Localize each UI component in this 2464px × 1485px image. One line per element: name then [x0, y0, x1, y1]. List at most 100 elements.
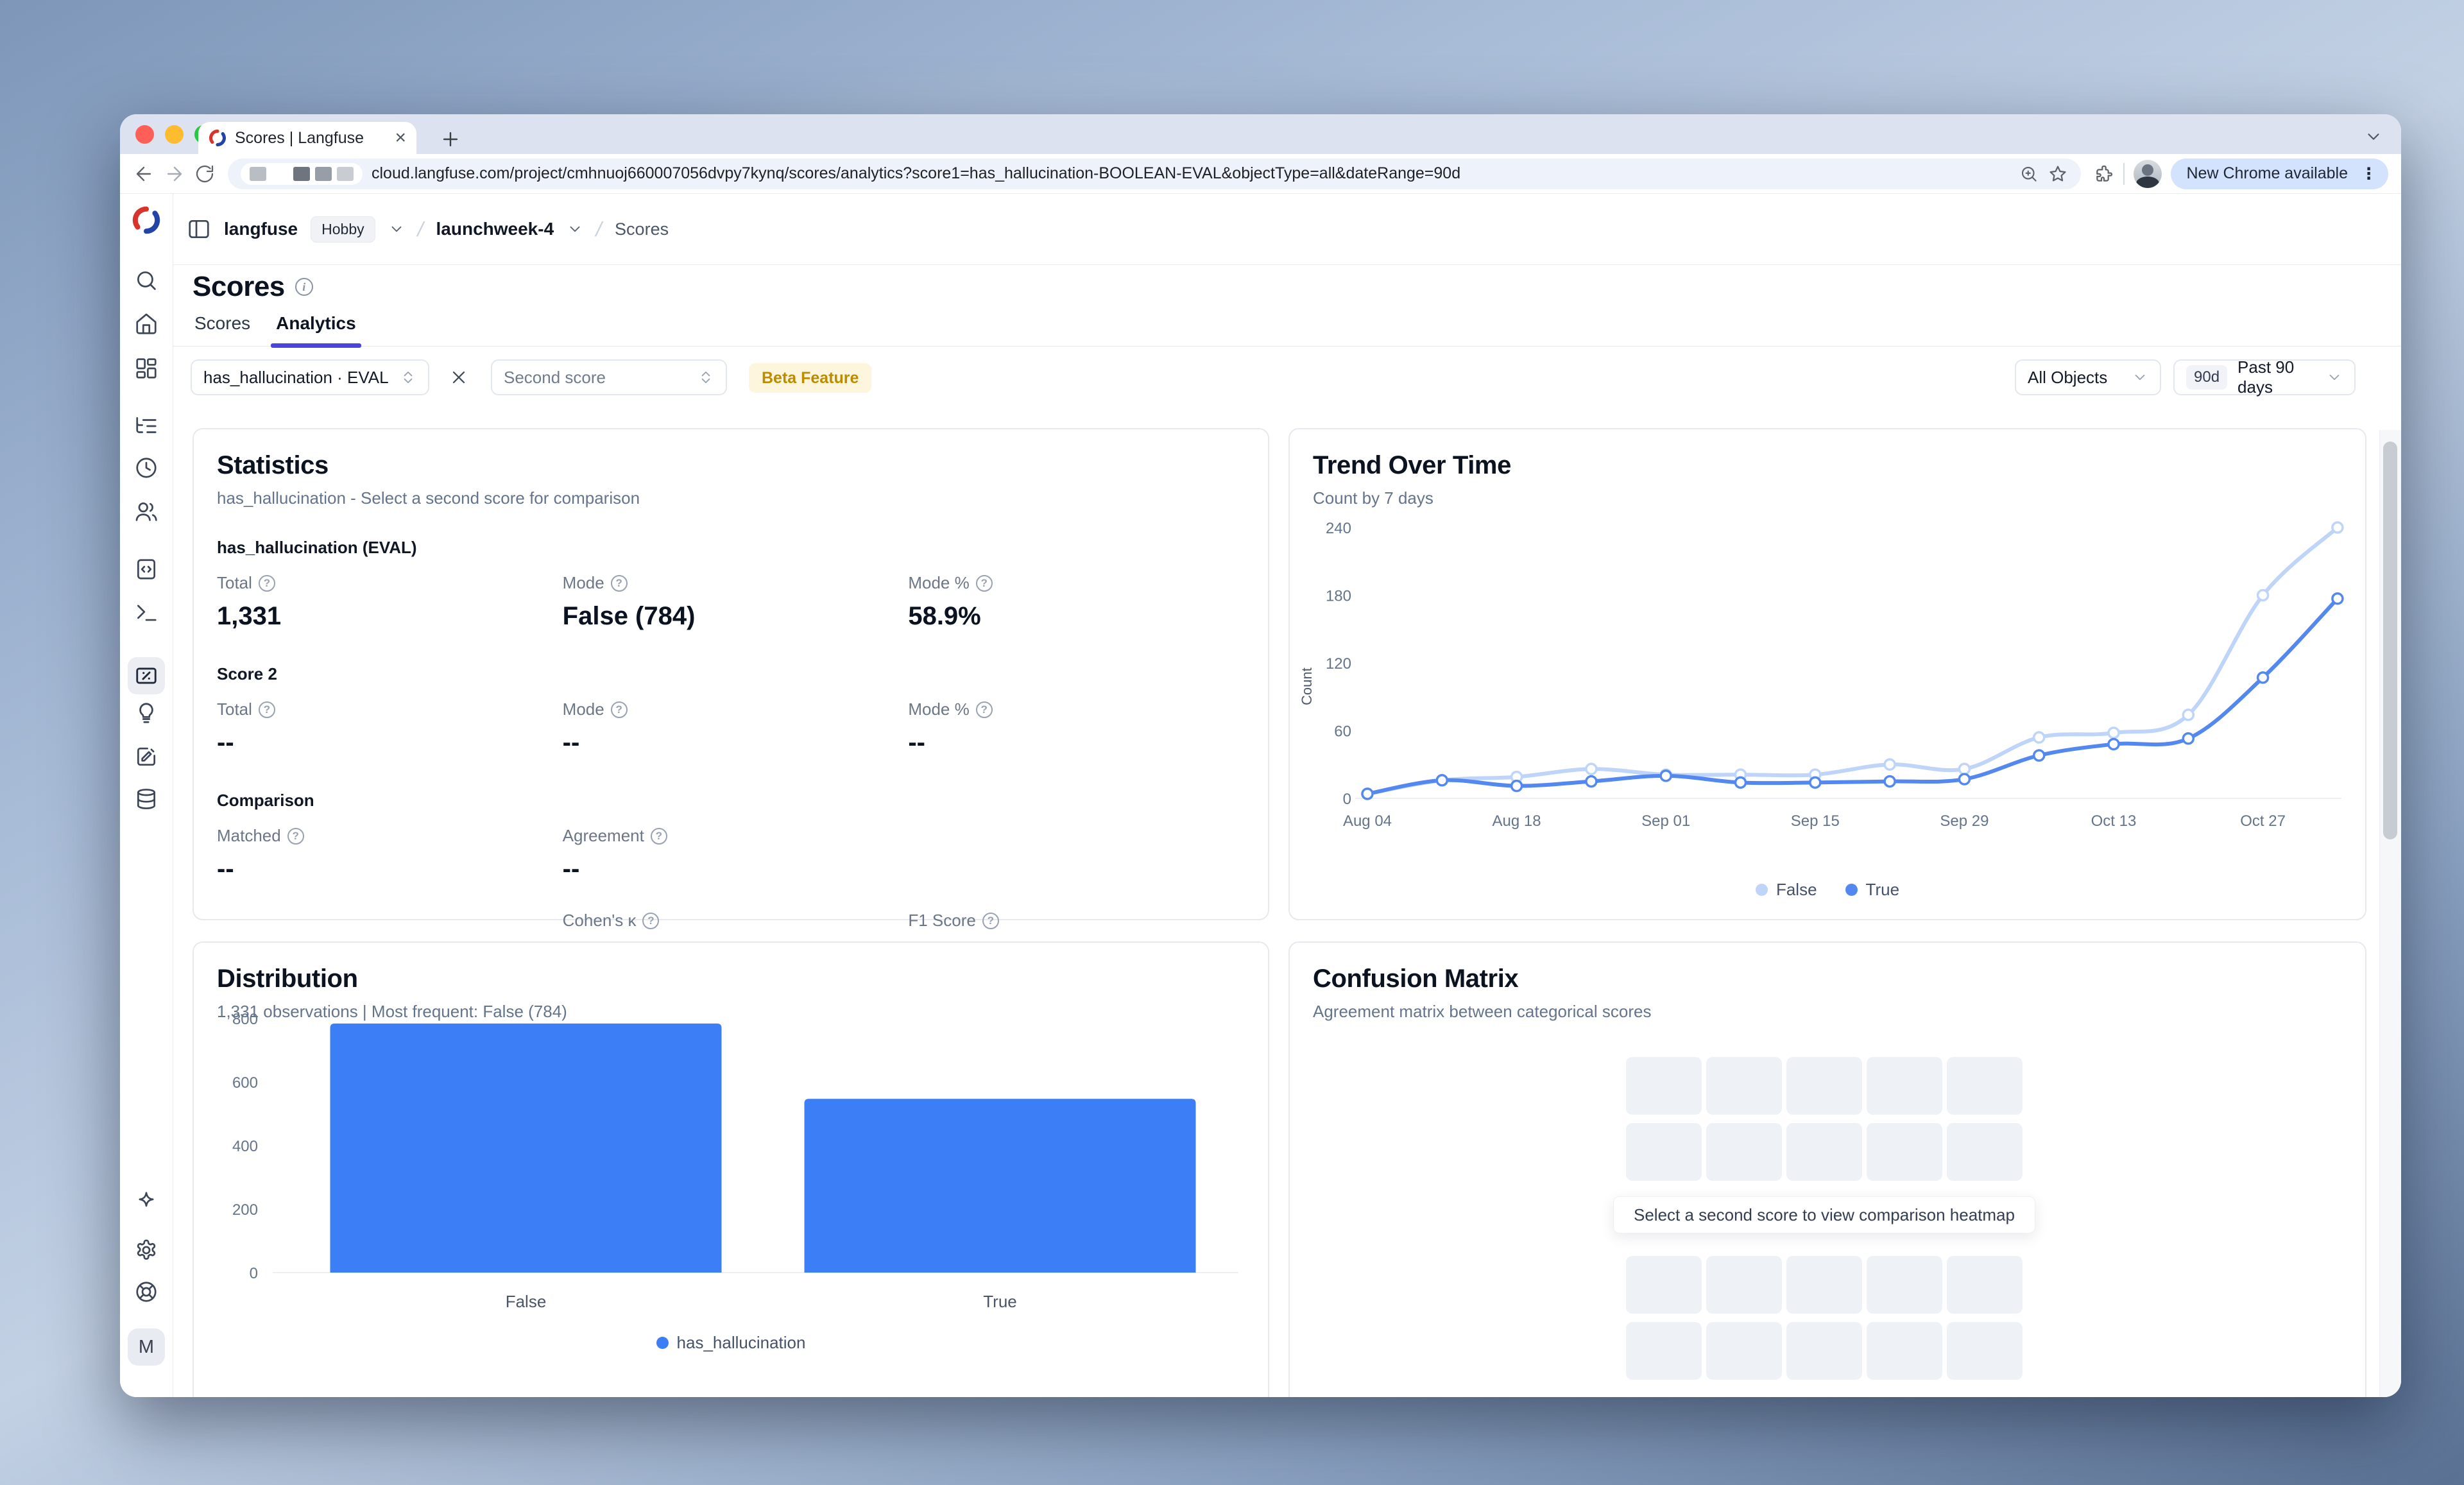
tab-search-chevron-icon[interactable] [2364, 127, 2383, 146]
user-avatar[interactable]: M [128, 1328, 165, 1366]
new-tab-button[interactable] [440, 128, 461, 150]
date-range-select[interactable]: 90d Past 90 days [2173, 359, 2356, 395]
help-icon[interactable]: ? [976, 575, 993, 592]
info-icon[interactable]: i [295, 278, 313, 296]
placeholder-tile [1867, 1057, 1942, 1115]
close-window-button[interactable] [135, 125, 154, 144]
minimize-window-button[interactable] [165, 125, 184, 144]
help-icon[interactable]: ? [982, 913, 999, 929]
sidebar-item-prompts[interactable] [134, 557, 158, 581]
svg-text:120: 120 [1326, 655, 1351, 673]
svg-text:Aug 04: Aug 04 [1343, 812, 1392, 830]
sidebar-item-evaluation[interactable] [134, 701, 158, 725]
help-icon[interactable]: ? [651, 828, 667, 845]
placeholder-tile-row [1626, 1256, 2023, 1314]
profile-avatar[interactable] [2134, 160, 2162, 188]
placeholder-tile [1626, 1322, 1702, 1380]
org-chevron-icon[interactable] [388, 221, 405, 237]
score1-select[interactable]: has_hallucination · EVAL [191, 359, 429, 395]
help-icon[interactable]: ? [259, 701, 275, 718]
project-chevron-icon[interactable] [567, 221, 583, 237]
langfuse-logo [132, 205, 161, 235]
metric-label: Total [217, 573, 252, 593]
svg-text:600: 600 [232, 1074, 258, 1092]
sidebar-item-users[interactable] [134, 499, 158, 524]
svg-text:0: 0 [250, 1265, 258, 1282]
org-name[interactable]: langfuse [224, 219, 298, 239]
comparison-section-heading: Comparison [217, 791, 1245, 811]
distribution-legend: has_hallucination [194, 1333, 1268, 1353]
bookmark-star-icon[interactable] [2048, 164, 2068, 184]
close-tab-icon[interactable]: × [395, 128, 406, 148]
browser-tab[interactable]: Scores | Langfuse × [198, 122, 416, 154]
score1-value: has_hallucination · EVAL [203, 368, 389, 388]
legend-dot [1845, 884, 1858, 896]
metric-label: Mode % [908, 573, 969, 593]
sidebar-item-search[interactable] [134, 268, 158, 293]
url-text: cloud.langfuse.com/project/cmhnuoj660007… [372, 164, 1460, 183]
sidebar-item-home[interactable] [134, 312, 158, 336]
metric-value: -- [217, 728, 554, 757]
browser-toolbar: cloud.langfuse.com/project/cmhnuoj660007… [120, 154, 2401, 194]
range-label: Past 90 days [2237, 357, 2316, 397]
clear-score-button[interactable] [449, 367, 469, 388]
browser-menu-icon[interactable]: ⋮ [2357, 164, 2381, 184]
metric-value: False (784) [563, 602, 900, 631]
desktop: { "icons": { "help": "?", "info": "i" },… [0, 0, 2464, 1485]
placeholder-tile [1947, 1322, 2023, 1380]
placeholder-tile [1626, 1256, 1702, 1314]
help-icon[interactable]: ? [611, 575, 628, 592]
placeholder-tile-row [1626, 1322, 2023, 1380]
sidebar-item-playground[interactable] [134, 601, 158, 625]
metric-value: -- [217, 855, 554, 884]
sidebar-item-annotation[interactable] [134, 744, 158, 769]
scrollbar-thumb[interactable] [2383, 442, 2397, 839]
settings-gear-icon[interactable] [134, 1238, 158, 1262]
object-type-select[interactable]: All Objects [2015, 359, 2161, 395]
metric-value: -- [563, 728, 900, 757]
tab-scores[interactable]: Scores [194, 313, 250, 348]
help-icon[interactable]: ? [611, 701, 628, 718]
appbar-divider [173, 264, 2401, 265]
address-bar[interactable]: cloud.langfuse.com/project/cmhnuoj660007… [228, 159, 2081, 189]
svg-text:200: 200 [232, 1201, 258, 1219]
project-name[interactable]: launchweek-4 [436, 219, 554, 239]
new-chrome-available-button[interactable]: New Chrome available ⋮ [2171, 159, 2388, 189]
svg-text:240: 240 [1326, 520, 1351, 537]
sidebar-item-dashboards[interactable] [134, 356, 158, 381]
breadcrumb-separator: / [415, 218, 426, 241]
whats-new-sparkle-icon[interactable] [134, 1190, 158, 1214]
score2-select[interactable]: Second score [491, 359, 727, 395]
support-lifebuoy-icon[interactable] [134, 1280, 158, 1304]
scrollbar-track[interactable] [2379, 430, 2401, 1397]
sidebar-toggle-icon[interactable] [187, 217, 211, 241]
help-icon[interactable]: ? [287, 828, 304, 845]
breadcrumb: langfuse Hobby / launchweek-4 / Scores [187, 194, 669, 264]
card-title: Confusion Matrix [1313, 965, 2342, 993]
zoom-icon[interactable] [2019, 164, 2039, 184]
svg-text:Sep 01: Sep 01 [1641, 812, 1690, 830]
sidebar-item-sessions[interactable] [134, 456, 158, 480]
legend-dot [1756, 884, 1768, 896]
placeholder-tile [1867, 1322, 1942, 1380]
breadcrumb-separator: / [594, 218, 604, 241]
reload-button[interactable] [194, 164, 215, 184]
sidebar-item-tracing[interactable] [134, 414, 158, 438]
back-button[interactable] [133, 163, 155, 185]
svg-text:Aug 18: Aug 18 [1493, 812, 1541, 830]
trend-over-time-card: Trend Over Time Count by 7 days Count 06… [1288, 428, 2366, 920]
page-header: Scores i [193, 271, 313, 303]
placeholder-tile [1626, 1057, 1702, 1115]
help-icon[interactable]: ? [259, 575, 275, 592]
forward-button[interactable] [164, 163, 185, 185]
sidebar-item-datasets[interactable] [134, 787, 158, 811]
metric-label: Total [217, 700, 252, 719]
help-icon[interactable]: ? [642, 913, 659, 929]
toolbar-divider [2123, 163, 2125, 185]
extensions-icon[interactable] [2094, 164, 2114, 184]
new-chrome-label: New Chrome available [2186, 164, 2348, 183]
tab-analytics[interactable]: Analytics [276, 313, 356, 348]
help-icon[interactable]: ? [976, 701, 993, 718]
tab-title: Scores | Langfuse [235, 129, 386, 148]
sidebar-item-scores[interactable] [128, 657, 165, 694]
